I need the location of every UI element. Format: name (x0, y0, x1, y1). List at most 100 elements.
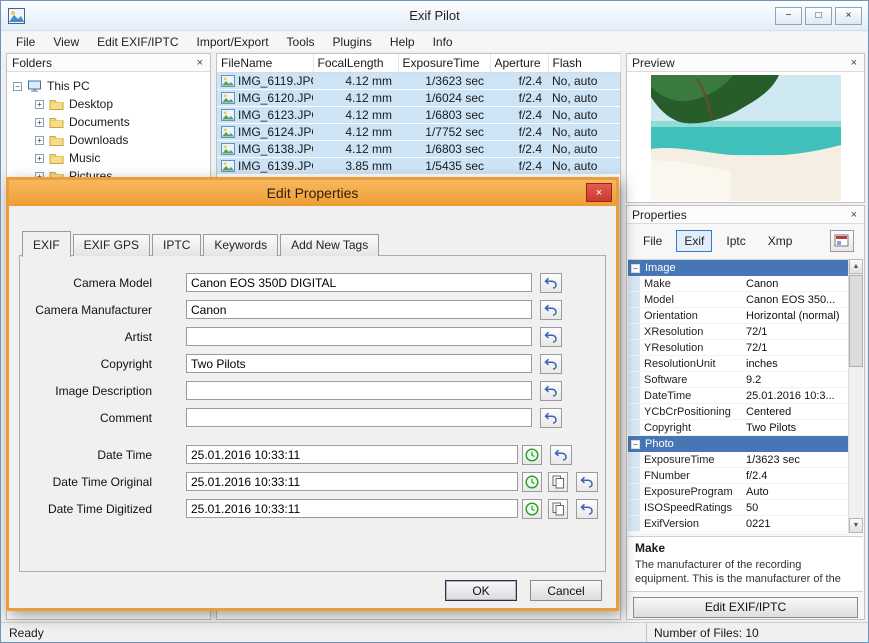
file-cell: No, auto (552, 73, 598, 88)
property-section-photo[interactable]: − Photo (628, 436, 848, 452)
camera-manufacturer-input[interactable] (186, 300, 532, 319)
menu-edit-exif-iptc[interactable]: Edit EXIF/IPTC (88, 33, 187, 51)
undo-button[interactable] (540, 407, 562, 428)
property-row-datetime[interactable]: DateTime 25.01.2016 10:3... (628, 388, 848, 404)
close-icon[interactable]: × (849, 57, 859, 69)
scroll-thumb[interactable] (849, 275, 863, 367)
dialog-tab-keywords[interactable]: Keywords (203, 234, 279, 256)
expand-icon[interactable]: + (35, 117, 44, 127)
dialog-tab-iptc[interactable]: IPTC (152, 234, 202, 256)
expand-icon[interactable]: + (35, 153, 44, 163)
tree-item-this-pc[interactable]: − This PC (7, 77, 210, 95)
column-header-flash[interactable]: Flash (548, 54, 621, 73)
column-header-aperture[interactable]: Aperture (490, 54, 549, 73)
expand-icon[interactable]: + (35, 99, 44, 109)
column-header-focallength[interactable]: FocalLength (313, 54, 399, 73)
scrollbar[interactable]: ▲ ▼ (848, 259, 863, 533)
undo-button[interactable] (576, 498, 598, 519)
property-row-exposuretime[interactable]: ExposureTime 1/3623 sec (628, 452, 848, 468)
clock-button[interactable] (522, 471, 542, 492)
column-header-filename[interactable]: FileName (217, 54, 314, 73)
menu-info[interactable]: Info (424, 33, 462, 51)
close-icon[interactable]: × (195, 57, 205, 69)
property-row-isospeedratings[interactable]: ISOSpeedRatings 50 (628, 500, 848, 516)
clock-button[interactable] (522, 444, 542, 465)
properties-tab-xmp[interactable]: Xmp (760, 230, 801, 252)
minimize-button[interactable]: − (775, 6, 802, 25)
close-button[interactable]: × (835, 6, 862, 25)
tree-item-downloads[interactable]: + Downloads (7, 131, 210, 149)
property-row-orientation[interactable]: Orientation Horizontal (normal) (628, 308, 848, 324)
file-cell: 1/7752 sec (425, 124, 484, 139)
property-row-fnumber[interactable]: FNumber f/2.4 (628, 468, 848, 484)
file-row[interactable]: IMG_6124.JPG 4.12 mm 1/7752 sec f/2.4 No, au… (217, 123, 620, 140)
camera-model-input[interactable] (186, 273, 532, 292)
file-row[interactable]: IMG_6123.JPG 4.12 mm 1/6803 sec f/2.4 No, au… (217, 106, 620, 123)
scroll-up-icon[interactable]: ▲ (849, 259, 863, 274)
date-time-original-input[interactable] (186, 472, 518, 491)
image-description-input[interactable] (186, 381, 532, 400)
file-row[interactable]: IMG_6120.JPG 4.12 mm 1/6024 sec f/2.4 No, au… (217, 89, 620, 106)
undo-button[interactable] (540, 299, 562, 320)
clock-button[interactable] (522, 498, 542, 519)
undo-button[interactable] (540, 353, 562, 374)
dialog-tab-exif-gps[interactable]: EXIF GPS (72, 234, 151, 256)
property-row-exifversion[interactable]: ExifVersion 0221 (628, 516, 848, 532)
property-row-model[interactable]: Model Canon EOS 350... (628, 292, 848, 308)
tree-item-desktop[interactable]: + Desktop (7, 95, 210, 113)
undo-button[interactable] (576, 471, 598, 492)
property-row-resolutionunit[interactable]: ResolutionUnit inches (628, 356, 848, 372)
properties-tool-button[interactable] (830, 230, 854, 252)
property-row-copyright[interactable]: Copyright Two Pilots (628, 420, 848, 436)
dialog-title-bar: Edit Properties × (9, 180, 616, 206)
scroll-down-icon[interactable]: ▼ (849, 518, 863, 533)
undo-button[interactable] (540, 380, 562, 401)
column-header-exposuretime[interactable]: ExposureTime (398, 54, 491, 73)
menu-plugins[interactable]: Plugins (324, 33, 381, 51)
file-row[interactable]: IMG_6138.JPG 4.12 mm 1/6803 sec f/2.4 No, au… (217, 140, 620, 157)
properties-tab-exif[interactable]: Exif (676, 230, 713, 252)
undo-button[interactable] (550, 444, 572, 465)
tree-item-documents[interactable]: + Documents (7, 113, 210, 131)
expand-icon[interactable]: + (35, 135, 44, 145)
close-icon[interactable]: × (849, 209, 859, 221)
undo-button[interactable] (540, 272, 562, 293)
file-row[interactable]: IMG_6119.JPG 4.12 mm 1/3623 sec f/2.4 No, au… (217, 72, 620, 89)
ok-button[interactable]: OK (445, 580, 517, 601)
property-row-ycbcrpositioning[interactable]: YCbCrPositioning Centered (628, 404, 848, 420)
property-row-xresolution[interactable]: XResolution 72/1 (628, 324, 848, 340)
tree-item-music[interactable]: + Music (7, 149, 210, 167)
menu-import-export[interactable]: Import/Export (188, 33, 278, 51)
collapse-icon[interactable]: − (13, 81, 22, 91)
undo-icon (544, 358, 557, 370)
properties-tab-file[interactable]: File (635, 230, 670, 252)
dialog-tab-exif[interactable]: EXIF (22, 231, 71, 257)
property-row-exposureprogram[interactable]: ExposureProgram Auto (628, 484, 848, 500)
comment-input[interactable] (186, 408, 532, 427)
maximize-button[interactable]: □ (805, 6, 832, 25)
cancel-button[interactable]: Cancel (530, 580, 602, 601)
copy-button[interactable] (548, 471, 568, 492)
properties-tab-iptc[interactable]: Iptc (718, 230, 753, 252)
file-row[interactable]: IMG_6139.JPG 3.85 mm 1/5435 sec f/2.4 No, au… (217, 157, 620, 174)
date-time-digitized-input[interactable] (186, 499, 518, 518)
collapse-icon[interactable]: − (631, 439, 640, 449)
artist-input[interactable] (186, 327, 532, 346)
menu-tools[interactable]: Tools (278, 33, 324, 51)
copy-button[interactable] (548, 498, 568, 519)
dialog-close-button[interactable]: × (586, 183, 612, 202)
menu-help[interactable]: Help (381, 33, 424, 51)
copyright-input[interactable] (186, 354, 532, 373)
property-section-image[interactable]: − Image (628, 260, 848, 276)
collapse-icon[interactable]: − (631, 263, 640, 273)
menu-view[interactable]: View (44, 33, 88, 51)
undo-button[interactable] (540, 326, 562, 347)
menu-file[interactable]: File (7, 33, 44, 51)
property-row-yresolution[interactable]: YResolution 72/1 (628, 340, 848, 356)
copy-icon (552, 502, 564, 515)
property-row-make[interactable]: Make Canon (628, 276, 848, 292)
date-time-input[interactable] (186, 445, 518, 464)
edit-exif-iptc-button[interactable]: Edit EXIF/IPTC (633, 597, 858, 618)
dialog-tab-add-new-tags[interactable]: Add New Tags (280, 234, 380, 256)
property-row-software[interactable]: Software 9.2 (628, 372, 848, 388)
